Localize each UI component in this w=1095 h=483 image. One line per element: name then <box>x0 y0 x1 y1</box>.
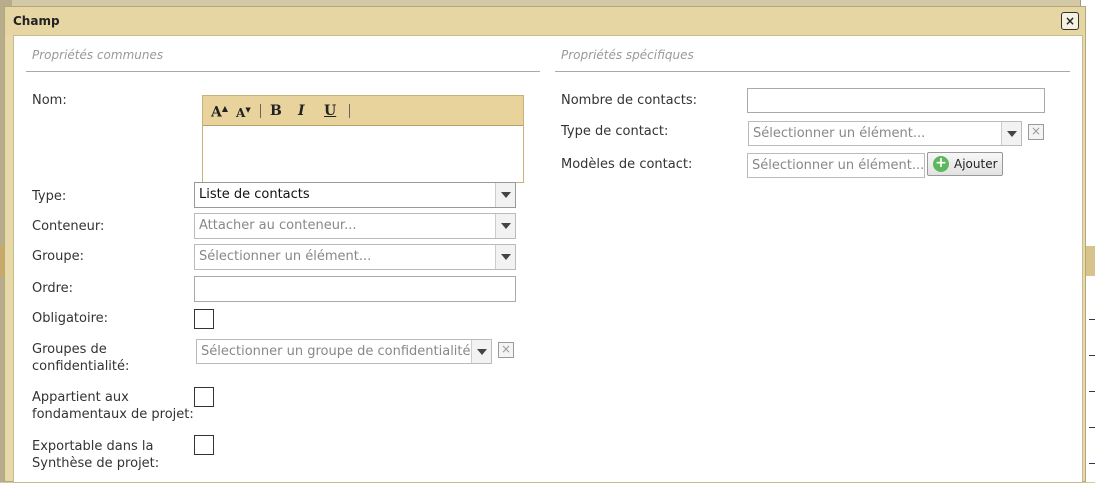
groupes-confidentialite-label-2: confidentialité: <box>32 359 130 374</box>
editor-toolbar: A▲ A▼ B I U <box>203 96 523 126</box>
modeles-contact-placeholder: Sélectionner un élément... <box>752 158 925 173</box>
champ-dialog: Champ × Propriétés communes Nom: A▲ A▼ B… <box>4 6 1086 483</box>
chevron-down-icon[interactable] <box>495 245 515 269</box>
chevron-down-icon[interactable] <box>471 340 491 363</box>
type-select-value: Liste de contacts <box>199 187 310 202</box>
dialog-titlebar[interactable]: Champ × <box>5 7 1085 35</box>
italic-button[interactable]: I <box>298 103 305 119</box>
nombre-contacts-label: Nombre de contacts: <box>561 93 697 108</box>
exportable-checkbox[interactable] <box>194 435 214 455</box>
add-button-label: Ajouter <box>954 157 998 171</box>
type-contact-label: Type de contact: <box>561 124 669 139</box>
nom-label: Nom: <box>32 93 67 108</box>
close-button[interactable]: × <box>1061 12 1079 30</box>
modeles-contact-label: Modèles de contact: <box>561 157 693 172</box>
grow-font-button[interactable]: A▲ <box>211 103 228 121</box>
chevron-down-icon[interactable] <box>495 183 515 207</box>
fondamentaux-label-1: Appartient aux <box>32 390 129 405</box>
right-section-divider <box>555 71 1070 72</box>
exportable-label-2: Synthèse de projet: <box>32 456 160 471</box>
obligatoire-checkbox[interactable] <box>194 309 214 329</box>
dialog-content: Propriétés communes Nom: A▲ A▼ B I U Typ… <box>13 35 1083 483</box>
dialog-title: Champ <box>13 14 60 28</box>
toolbar-separator <box>349 104 350 118</box>
nom-rich-editor[interactable]: A▲ A▼ B I U <box>202 95 524 183</box>
add-button[interactable]: + Ajouter <box>927 152 1003 176</box>
groupes-confidentialite-placeholder: Sélectionner un groupe de confidentialit… <box>201 344 483 359</box>
type-label: Type: <box>32 189 67 204</box>
ordre-label: Ordre: <box>32 281 74 296</box>
modeles-contact-input[interactable]: Sélectionner un élément... <box>747 153 925 178</box>
underline-button[interactable]: U <box>324 103 336 119</box>
chevron-down-icon[interactable] <box>495 214 515 238</box>
plus-icon: + <box>933 156 949 172</box>
type-select[interactable]: Liste de contacts <box>194 182 516 208</box>
exportable-label-1: Exportable dans la <box>32 439 154 454</box>
type-contact-placeholder: Sélectionner un élément... <box>753 126 926 141</box>
groupes-confidentialite-select[interactable]: Sélectionner un groupe de confidentialit… <box>196 339 492 364</box>
conteneur-select[interactable]: Attacher au conteneur... <box>194 213 516 239</box>
shrink-font-button[interactable]: A▼ <box>236 105 251 120</box>
bold-button[interactable]: B <box>270 103 282 119</box>
groupe-placeholder: Sélectionner un élément... <box>199 249 372 264</box>
conteneur-placeholder: Attacher au conteneur... <box>199 218 357 233</box>
conteneur-label: Conteneur: <box>32 219 105 234</box>
left-section-divider <box>26 71 540 72</box>
ordre-input[interactable] <box>194 276 516 302</box>
type-contact-select[interactable]: Sélectionner un élément... <box>748 121 1022 146</box>
clear-icon[interactable]: × <box>1028 124 1044 140</box>
fondamentaux-checkbox[interactable] <box>194 387 214 407</box>
groupe-label: Groupe: <box>32 249 84 264</box>
specific-properties-title: Propriétés spécifiques <box>561 48 694 62</box>
clear-icon[interactable]: × <box>498 342 514 358</box>
close-icon: × <box>1064 14 1076 28</box>
nombre-contacts-input[interactable] <box>747 88 1045 113</box>
obligatoire-label: Obligatoire: <box>32 311 109 326</box>
groupes-confidentialite-label-1: Groupes de <box>32 342 107 357</box>
groupe-select[interactable]: Sélectionner un élément... <box>194 244 516 270</box>
fondamentaux-label-2: fondamentaux de projet: <box>32 407 194 422</box>
common-properties-title: Propriétés communes <box>32 48 164 62</box>
chevron-down-icon[interactable] <box>1001 122 1021 145</box>
toolbar-separator <box>260 104 261 118</box>
